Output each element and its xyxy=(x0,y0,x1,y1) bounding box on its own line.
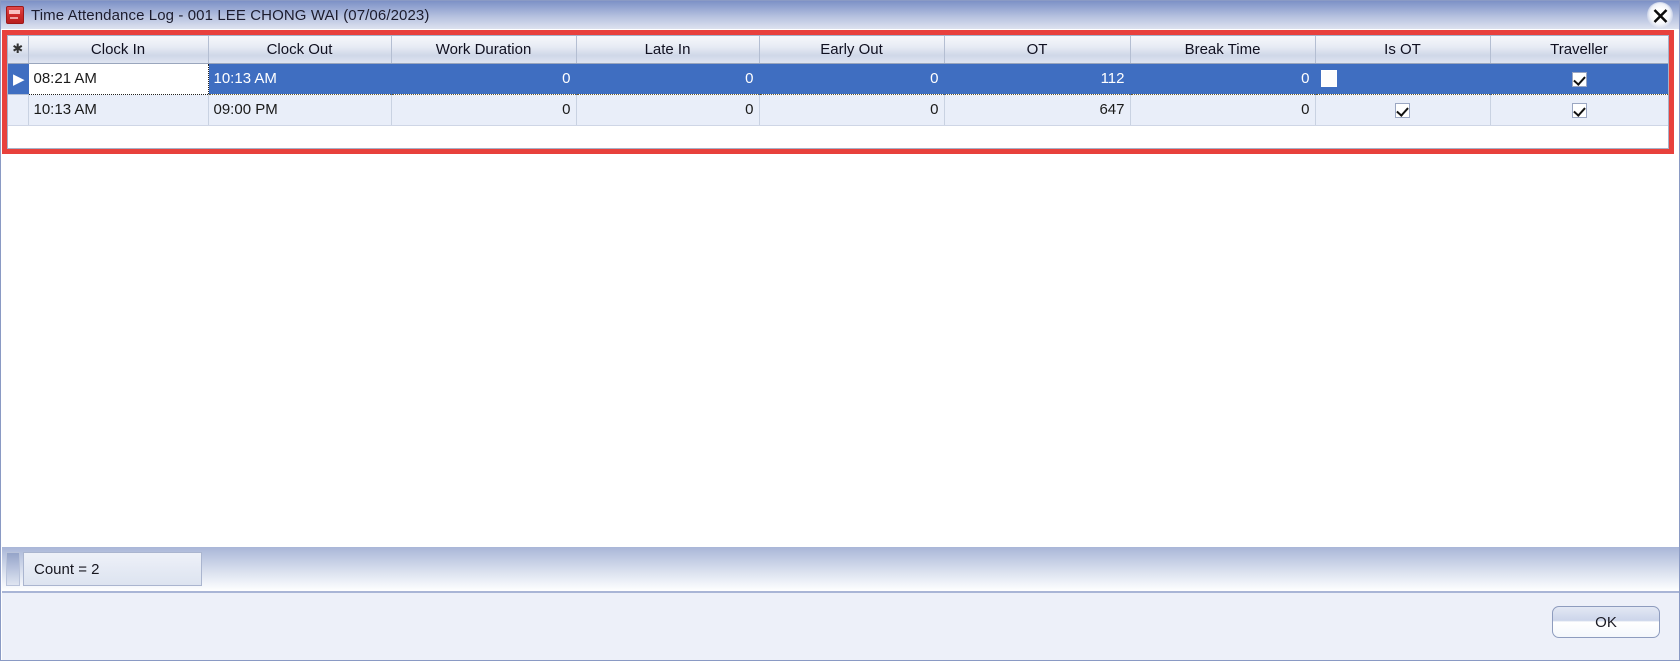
table-row[interactable]: 10:13 AM 09:00 PM 0 0 0 647 0 xyxy=(8,94,1668,126)
column-header-clock-out[interactable]: Clock Out xyxy=(208,36,392,64)
traveller-checkbox[interactable] xyxy=(1571,102,1587,118)
cell-early-out[interactable]: 0 xyxy=(759,62,945,95)
row-indicator-header: ✱ xyxy=(8,36,29,64)
column-header-break-time[interactable]: Break Time xyxy=(1130,36,1316,64)
table-row[interactable]: ▶ 08:21 AM 10:13 AM 0 0 0 112 0 xyxy=(8,62,1668,95)
column-header-is-ot[interactable]: Is OT xyxy=(1315,36,1491,64)
dialog-body-blank-area xyxy=(2,154,1679,546)
status-bar-grip xyxy=(6,552,20,586)
close-icon[interactable] xyxy=(1647,2,1673,28)
column-header-ot[interactable]: OT xyxy=(944,36,1131,64)
record-count-panel: Count = 2 xyxy=(23,552,202,586)
time-attendance-log-dialog: Time Attendance Log - 001 LEE CHONG WAI … xyxy=(0,0,1680,661)
cell-traveller[interactable] xyxy=(1490,62,1668,95)
cell-ot[interactable]: 647 xyxy=(944,94,1131,126)
cell-clock-out[interactable]: 09:00 PM xyxy=(208,94,392,126)
cell-traveller[interactable] xyxy=(1490,94,1668,126)
title-bar: Time Attendance Log - 001 LEE CHONG WAI … xyxy=(1,1,1679,29)
cell-is-ot[interactable] xyxy=(1315,94,1491,126)
cell-clock-out[interactable]: 10:13 AM xyxy=(208,62,392,95)
cell-late-in[interactable]: 0 xyxy=(576,94,760,126)
table-header-row: ✱ Clock In Clock Out Work Duration Late … xyxy=(8,36,1668,64)
column-header-clock-in[interactable]: Clock In xyxy=(28,36,209,64)
status-bar: Count = 2 xyxy=(2,546,1679,591)
cell-clock-in[interactable]: 10:13 AM xyxy=(28,94,209,126)
traveller-checkbox[interactable] xyxy=(1571,71,1587,87)
cell-work-duration[interactable]: 0 xyxy=(391,62,577,95)
cell-break-time[interactable]: 0 xyxy=(1130,94,1316,126)
window-title: Time Attendance Log - 001 LEE CHONG WAI … xyxy=(31,6,430,24)
cell-late-in[interactable]: 0 xyxy=(576,62,760,95)
attendance-grid[interactable]: ✱ Clock In Clock Out Work Duration Late … xyxy=(7,35,1669,149)
cell-work-duration[interactable]: 0 xyxy=(391,94,577,126)
attendance-table: ✱ Clock In Clock Out Work Duration Late … xyxy=(8,36,1668,126)
ok-button[interactable]: OK xyxy=(1552,606,1660,638)
app-logo-icon xyxy=(6,6,24,24)
column-header-early-out[interactable]: Early Out xyxy=(759,36,945,64)
row-current-marker: ▶ xyxy=(8,62,29,95)
cell-is-ot[interactable] xyxy=(1315,62,1491,95)
cell-early-out[interactable]: 0 xyxy=(759,94,945,126)
dialog-footer: OK xyxy=(2,591,1679,660)
column-header-traveller[interactable]: Traveller xyxy=(1490,36,1668,64)
cell-clock-in[interactable]: 08:21 AM xyxy=(27,62,209,95)
row-marker xyxy=(8,94,29,126)
cell-ot[interactable]: 112 xyxy=(944,62,1131,95)
is-ot-checkbox[interactable] xyxy=(1320,70,1337,88)
column-header-late-in[interactable]: Late In xyxy=(576,36,760,64)
cell-break-time[interactable]: 0 xyxy=(1130,62,1316,95)
is-ot-checkbox[interactable] xyxy=(1395,102,1410,118)
column-header-work-duration[interactable]: Work Duration xyxy=(391,36,577,64)
